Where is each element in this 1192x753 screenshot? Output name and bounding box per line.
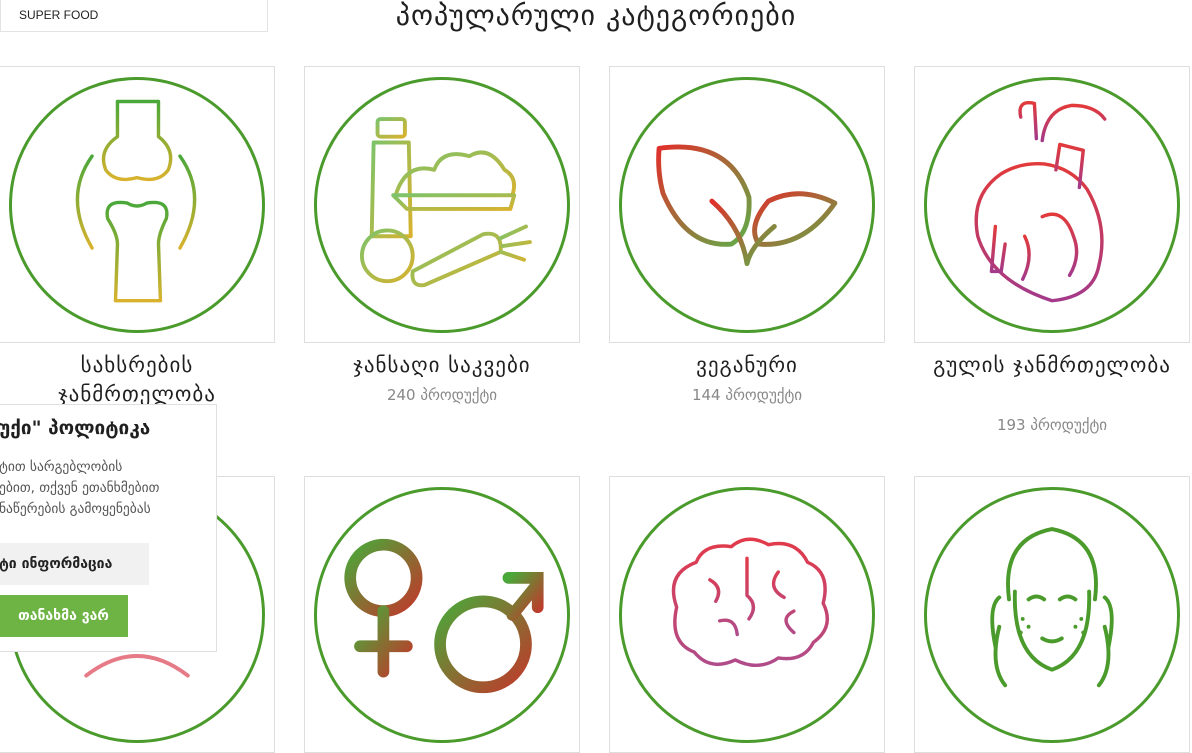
category-name[interactable]: ჯანსაღი საკვები (304, 351, 580, 380)
category-circle (314, 77, 570, 333)
healthy-food-icon (359, 117, 532, 288)
category-card-healthy-food[interactable] (304, 66, 580, 343)
cookie-policy-popup: უქი" პოლიტიკა ტით სარგებლობის ებით, თქვე… (0, 404, 217, 652)
category-circle (619, 77, 875, 333)
category-circle (619, 487, 875, 743)
agree-button[interactable]: თანახმა ვარ (0, 595, 128, 637)
cookie-text-line: ტით სარგებლობის (0, 459, 123, 475)
gender-icon (344, 538, 544, 694)
category-count: 193 პროდუქტი (996, 416, 1108, 434)
category-circle (924, 77, 1180, 333)
category-name[interactable]: გულის ჯანმრთელობა (914, 351, 1190, 380)
category-name[interactable]: ვეგანური (609, 351, 885, 380)
category-count: 240 პროდუქტი (386, 386, 498, 404)
category-card-vegan[interactable] (609, 66, 885, 343)
category-card-face[interactable] (914, 476, 1190, 753)
category-card-brain[interactable] (609, 476, 885, 753)
category-circle (9, 77, 265, 333)
section-title: პოპულარული კატეგორიები (395, 0, 797, 32)
brain-icon (671, 537, 829, 668)
category-circle (314, 487, 570, 743)
category-card-joint[interactable] (0, 66, 275, 343)
cookie-title: უქი" პოლიტიკა (0, 417, 151, 439)
face-icon (990, 527, 1114, 688)
more-info-button[interactable]: ტი ინფორმაცია (0, 543, 149, 585)
category-card-heart[interactable] (914, 66, 1190, 343)
category-count: 144 პროდუქტი (691, 386, 803, 404)
joint-icon (75, 99, 197, 303)
cookie-text-line: ნაწერების გამოყენებას (0, 501, 151, 517)
cookie-text-line: ებით, თქვენ ეთანხმებით (0, 480, 160, 496)
cookie-text: ტით სარგებლობის ებით, თქვენ ეთანხმებით ნ… (0, 457, 209, 520)
vegan-leaves-icon (656, 144, 838, 267)
category-name[interactable]: სახსრების ჯანმრთელობა (0, 351, 275, 409)
category-circle (924, 487, 1180, 743)
heart-icon (974, 101, 1107, 303)
category-card-gender[interactable] (304, 476, 580, 753)
